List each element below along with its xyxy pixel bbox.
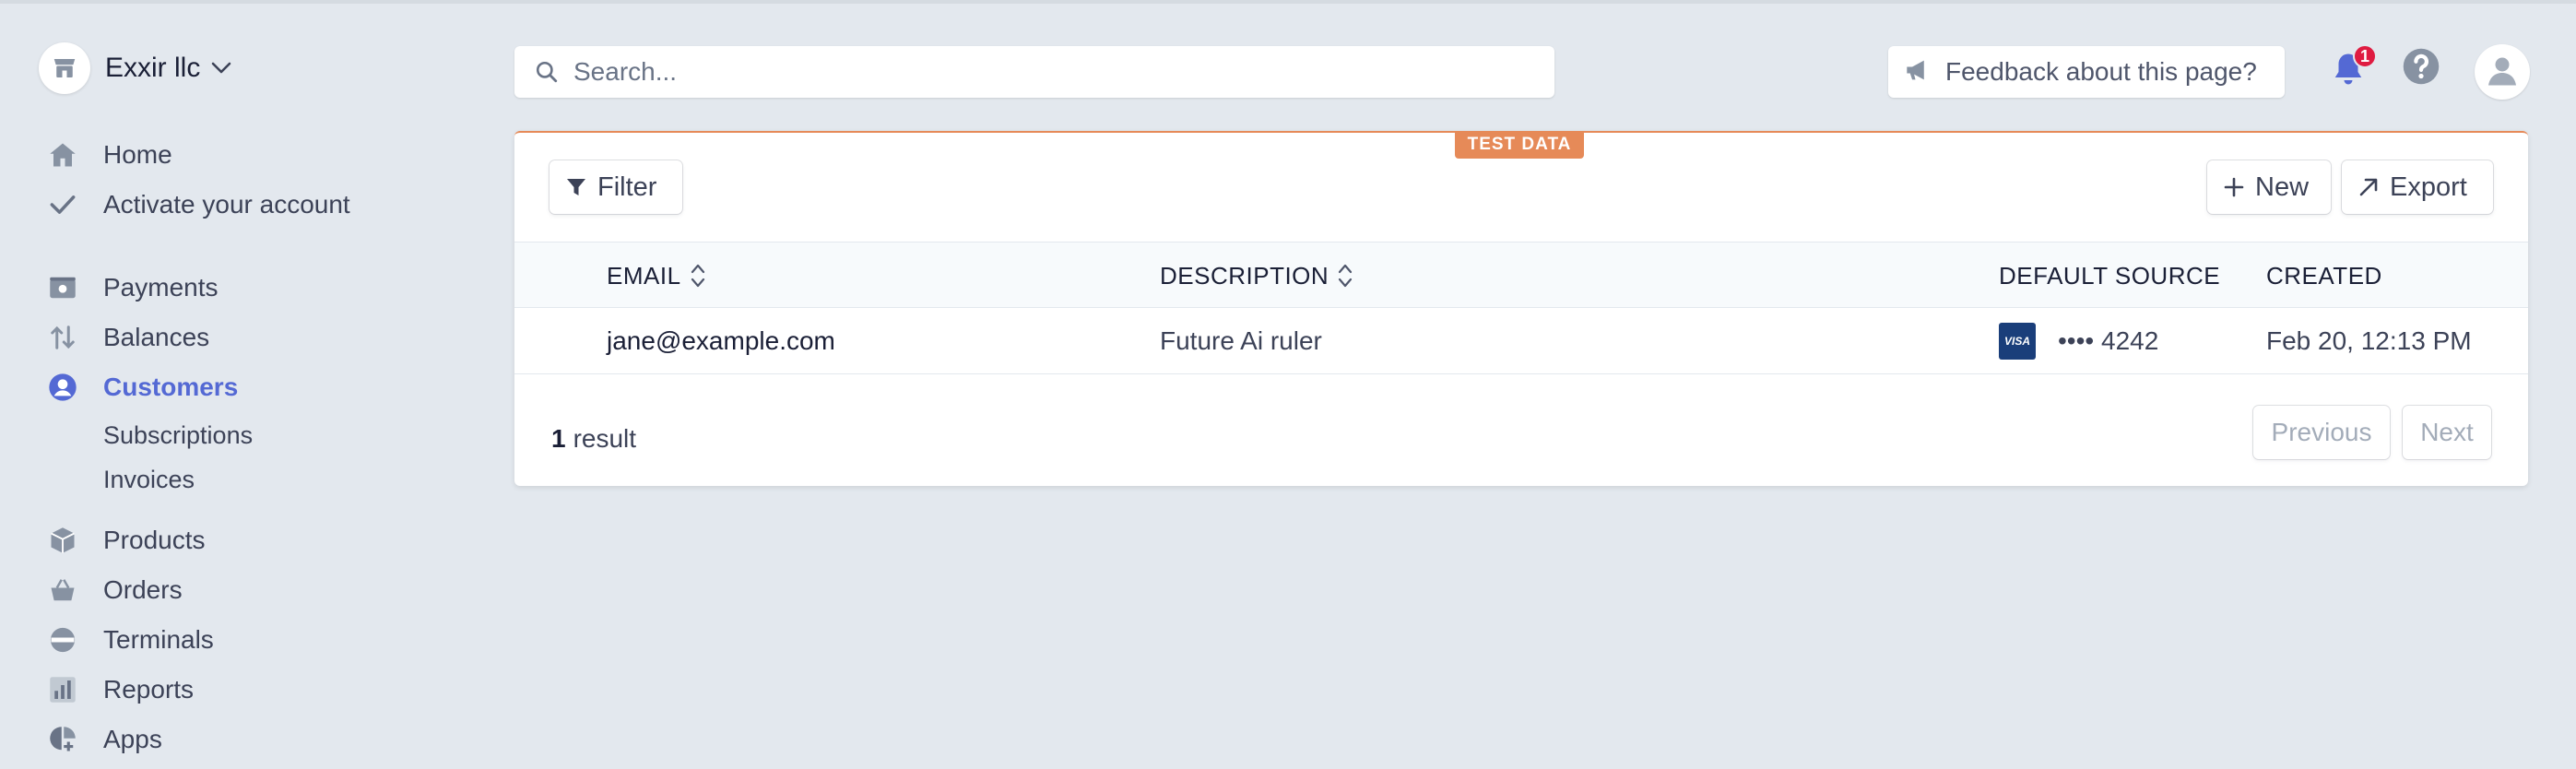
arrow-up-right-icon [2358, 177, 2379, 197]
result-count-number: 1 [551, 424, 566, 453]
column-header-default-source: DEFAULT SOURCE [1999, 261, 2221, 290]
feedback-label: Feedback about this page? [1945, 57, 2257, 86]
sidebar-item-apps[interactable]: Apps [46, 721, 162, 758]
search-bar[interactable] [514, 46, 1554, 98]
result-count: 1 result [551, 420, 636, 457]
sidebar-item-products[interactable]: Products [46, 522, 206, 559]
apps-icon [46, 723, 79, 756]
sidebar-item-home[interactable]: Home [46, 136, 172, 173]
previous-page-button[interactable]: Previous [2253, 406, 2390, 459]
sort-icon [1338, 263, 1353, 289]
test-data-badge: TEST DATA [1455, 131, 1584, 159]
top-border [0, 0, 2576, 4]
notifications-button[interactable]: 1 [2327, 44, 2377, 92]
help-icon [2402, 47, 2440, 90]
sidebar-item-label: Reports [103, 675, 195, 704]
customers-card: TEST DATA Filter New Export EMAIL DESCRI… [514, 131, 2528, 486]
sidebar-item-label: Orders [103, 575, 183, 604]
new-customer-button[interactable]: New [2207, 160, 2331, 214]
user-icon [2486, 53, 2519, 91]
check-icon [46, 188, 79, 221]
filter-label: Filter [597, 172, 657, 202]
sidebar-item-activate-account[interactable]: Activate your account [46, 186, 350, 223]
search-icon [536, 61, 558, 83]
sidebar-item-label: Balances [103, 323, 210, 351]
table-row[interactable]: jane@example.com Future Ai ruler VISA ••… [514, 308, 2528, 374]
plus-icon [2224, 177, 2244, 197]
default-source: VISA •••• 4242 [1999, 308, 2158, 374]
sidebar-item-payments[interactable]: Payments [46, 269, 219, 306]
created-date: Feb 20, 12:13 PM [2266, 326, 2472, 355]
export-button[interactable]: Export [2342, 160, 2493, 214]
feedback-button[interactable]: Feedback about this page? [1888, 46, 2285, 98]
column-header-created: CREATED [2266, 261, 2382, 290]
next-page-button[interactable]: Next [2403, 406, 2491, 459]
column-header-label: EMAIL [607, 261, 681, 290]
filter-icon [566, 177, 586, 197]
chevron-down-icon [211, 62, 231, 75]
filter-button[interactable]: Filter [549, 160, 682, 214]
column-header-email[interactable]: EMAIL [607, 243, 705, 309]
table-header: EMAIL DESCRIPTION DEFAULT SOURCE CREATED [514, 242, 2528, 308]
sidebar-item-label: Activate your account [103, 190, 350, 219]
products-icon [46, 524, 79, 557]
help-button[interactable] [2401, 48, 2441, 89]
column-header-label: DESCRIPTION [1160, 261, 1329, 290]
store-icon [39, 42, 90, 94]
account-name: Exxir llc [105, 53, 201, 83]
customer-email: jane@example.com [607, 326, 835, 355]
sidebar-item-customers[interactable]: Customers [46, 369, 238, 406]
sidebar-item-balances[interactable]: Balances [46, 319, 209, 356]
sidebar-item-label: Apps [103, 725, 162, 753]
sidebar-item-orders[interactable]: Orders [46, 572, 183, 609]
new-label: New [2255, 172, 2310, 202]
export-label: Export [2390, 172, 2467, 202]
home-icon [46, 138, 79, 172]
balances-icon [46, 321, 79, 354]
sort-icon [691, 263, 705, 289]
customers-icon [46, 371, 79, 404]
result-count-label: result [573, 424, 637, 453]
account-switcher[interactable]: Exxir llc [39, 42, 231, 94]
sidebar-item-label: Terminals [103, 625, 214, 654]
sidebar-item-invoices[interactable]: Invoices [103, 463, 195, 496]
search-input[interactable] [573, 57, 1495, 87]
terminals-icon [46, 623, 79, 657]
payments-icon [46, 271, 79, 304]
sidebar-item-label: Customers [103, 373, 239, 401]
megaphone-icon [1905, 58, 1932, 87]
sidebar-item-terminals[interactable]: Terminals [46, 621, 214, 658]
sidebar-item-label: Payments [103, 273, 219, 302]
sidebar-item-subscriptions[interactable]: Subscriptions [103, 419, 253, 452]
visa-card-icon: VISA [1999, 323, 2036, 360]
orders-icon [46, 574, 79, 607]
customer-description: Future Ai ruler [1160, 326, 1322, 355]
sidebar-item-label: Products [103, 526, 206, 554]
notification-badge: 1 [2352, 44, 2377, 68]
sidebar-item-label: Home [103, 140, 172, 169]
column-header-description[interactable]: DESCRIPTION [1160, 243, 1353, 309]
user-avatar[interactable] [2475, 44, 2530, 100]
sidebar-item-reports[interactable]: Reports [46, 671, 194, 708]
reports-icon [46, 673, 79, 706]
card-last4: •••• 4242 [2058, 326, 2159, 355]
